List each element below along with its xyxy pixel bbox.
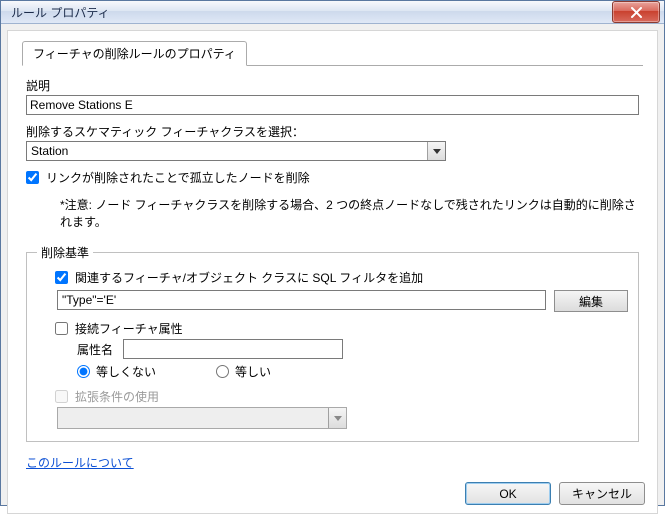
- sql-filter-checkbox[interactable]: [55, 271, 68, 284]
- ext-cond-combo: [57, 407, 347, 429]
- sql-filter-input[interactable]: [57, 290, 546, 310]
- orphan-node-label: リンクが削除されたことで孤立したノードを削除: [46, 169, 310, 186]
- radio-equal-wrap[interactable]: 等しい: [216, 363, 271, 380]
- join-attr-checkbox[interactable]: [55, 322, 68, 335]
- sql-filter-row: 関連するフィーチャ/オブジェクト クラスに SQL フィルタを追加: [55, 269, 628, 286]
- dropdown-arrow-icon: [427, 142, 445, 160]
- radio-not-equal[interactable]: [77, 365, 90, 378]
- tab-body: 説明 削除するスケマティック フィーチャクラスを選択： Station リンクが…: [22, 65, 643, 471]
- sql-filter-value-row: 編集: [57, 290, 628, 312]
- join-attr-label: 接続フィーチャ属性: [75, 320, 183, 337]
- attr-name-input[interactable]: [123, 339, 343, 359]
- edit-filter-button[interactable]: 編集: [554, 290, 628, 312]
- ok-button[interactable]: OK: [465, 482, 551, 505]
- feature-class-select[interactable]: Station: [26, 141, 446, 161]
- description-label: 説明: [26, 77, 639, 94]
- feature-class-row: 削除するスケマティック フィーチャクラスを選択： Station: [26, 123, 639, 161]
- tab-underline: [247, 65, 643, 66]
- join-attr-row: 接続フィーチャ属性: [55, 320, 628, 337]
- sql-filter-label: 関連するフィーチャ/オブジェクト クラスに SQL フィルタを追加: [75, 269, 423, 286]
- dialog-button-strip: OK キャンセル: [465, 482, 645, 505]
- cancel-button[interactable]: キャンセル: [559, 482, 645, 505]
- tab-label: フィーチャの削除ルールのプロパティ: [33, 47, 236, 61]
- window-title: ルール プロパティ: [11, 4, 612, 21]
- ext-cond-checkbox: [55, 390, 68, 403]
- radio-not-equal-wrap[interactable]: 等しくない: [77, 363, 156, 380]
- ext-cond-label: 拡張条件の使用: [75, 388, 159, 405]
- feature-class-label: 削除するスケマティック フィーチャクラスを選択：: [26, 123, 639, 140]
- equality-radio-row: 等しくない 等しい: [77, 363, 628, 380]
- close-icon: [631, 7, 642, 18]
- radio-not-equal-label: 等しくない: [96, 363, 156, 380]
- ext-cond-row: 拡張条件の使用: [55, 388, 628, 405]
- close-button[interactable]: [612, 1, 660, 23]
- orphan-note: *注意: ノード フィーチャクラスを削除する場合、2 つの終点ノードなしで残され…: [60, 196, 639, 230]
- attr-name-row: 属性名: [77, 339, 628, 359]
- orphan-node-row: リンクが削除されたことで孤立したノードを削除: [26, 169, 639, 186]
- titlebar: ルール プロパティ: [1, 1, 664, 24]
- attr-name-label: 属性名: [77, 341, 113, 358]
- attr-block: 属性名 等しくない 等しい: [57, 339, 628, 380]
- radio-equal-label: 等しい: [235, 363, 271, 380]
- criteria-legend: 削除基準: [37, 244, 93, 261]
- dropdown-arrow-icon: [328, 408, 346, 428]
- tab-strip: フィーチャの削除ルールのプロパティ: [22, 43, 643, 65]
- about-rule-link[interactable]: このルールについて: [26, 454, 134, 471]
- criteria-group: 削除基準 関連するフィーチャ/オブジェクト クラスに SQL フィルタを追加 編…: [26, 244, 639, 442]
- client-area: フィーチャの削除ルールのプロパティ 説明 削除するスケマティック フィーチャクラ…: [7, 30, 658, 514]
- description-input[interactable]: [26, 95, 639, 115]
- dialog-window: ルール プロパティ フィーチャの削除ルールのプロパティ 説明 削除するスケマティ…: [0, 0, 665, 506]
- orphan-node-checkbox[interactable]: [26, 171, 39, 184]
- description-row: 説明: [26, 77, 639, 115]
- radio-equal[interactable]: [216, 365, 229, 378]
- tab-delete-rule-properties[interactable]: フィーチャの削除ルールのプロパティ: [22, 41, 247, 66]
- feature-class-value: Station: [27, 144, 427, 158]
